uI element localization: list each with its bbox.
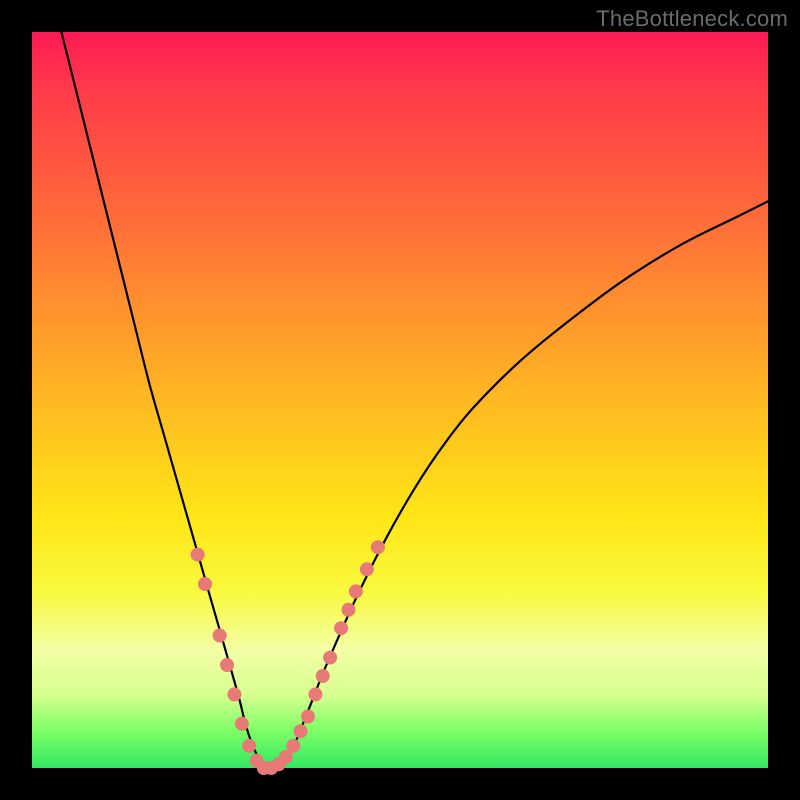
- watermark-text: TheBottleneck.com: [596, 6, 788, 32]
- highlight-dot: [334, 621, 348, 635]
- highlight-dot: [286, 739, 300, 753]
- highlight-dot: [301, 710, 315, 724]
- highlight-dot: [349, 584, 363, 598]
- highlight-dot: [294, 724, 308, 738]
- highlight-dot: [242, 739, 256, 753]
- curve-layer: [32, 32, 768, 768]
- bottleneck-curve: [61, 32, 768, 769]
- highlight-dot: [342, 603, 356, 617]
- highlight-dot: [198, 577, 212, 591]
- highlight-dot: [371, 540, 385, 554]
- highlight-dot: [227, 687, 241, 701]
- highlight-dot: [191, 548, 205, 562]
- highlight-dot: [308, 687, 322, 701]
- highlight-dot: [213, 629, 227, 643]
- highlight-dot: [316, 669, 330, 683]
- chart-frame: TheBottleneck.com: [0, 0, 800, 800]
- highlight-markers: [191, 540, 385, 775]
- plot-area: [32, 32, 768, 768]
- highlight-dot: [220, 658, 234, 672]
- highlight-dot: [235, 717, 249, 731]
- highlight-dot: [360, 562, 374, 576]
- highlight-dot: [323, 651, 337, 665]
